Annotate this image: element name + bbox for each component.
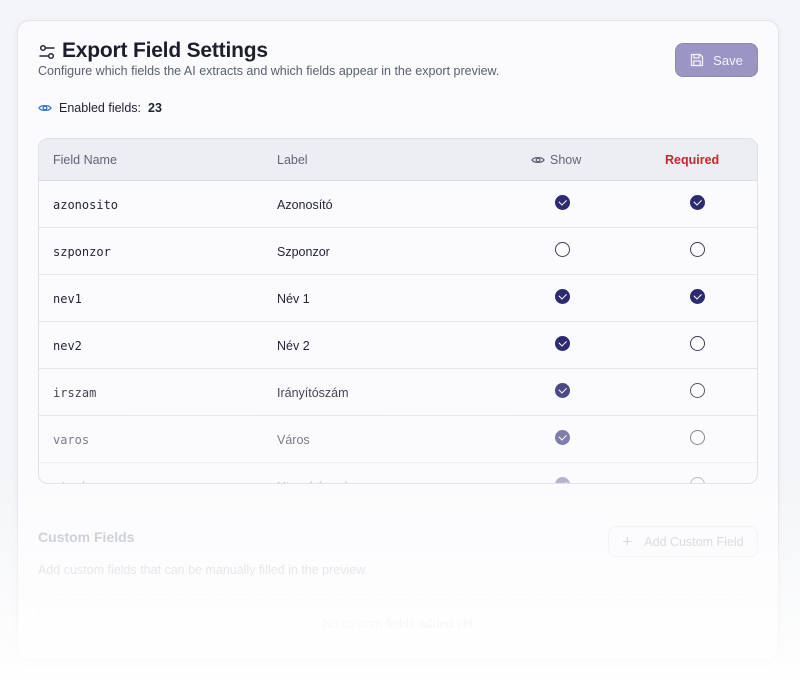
save-icon — [691, 53, 704, 67]
required-checkbox[interactable] — [690, 289, 705, 304]
eye-icon — [38, 104, 52, 112]
custom-fields-description: Add custom fields that can be manually f… — [38, 563, 369, 577]
table-row: irszam Irányítószám — [39, 369, 757, 416]
column-field-name: Field Name — [53, 153, 117, 167]
required-checkbox[interactable] — [690, 430, 705, 445]
enabled-fields-count: 23 — [148, 101, 162, 115]
column-show-label: Show — [550, 153, 582, 167]
save-button[interactable]: Save — [675, 43, 758, 77]
table-row: varos Város — [39, 416, 757, 463]
required-checkbox[interactable] — [690, 242, 705, 257]
sliders-icon — [39, 44, 55, 60]
show-checkbox[interactable] — [555, 477, 570, 483]
enabled-fields-label: Enabled fields: — [59, 101, 142, 115]
field-label-cell: Név 2 — [277, 339, 310, 353]
required-checkbox[interactable] — [690, 195, 705, 210]
field-label-cell: Azonosító — [277, 198, 333, 212]
fields-table[interactable]: Field Name Label Show Required azonosito… — [38, 138, 758, 484]
empty-state-text: No custom fields added yet — [322, 617, 474, 631]
table-row: nev1 Név 1 — [39, 275, 757, 322]
field-label-cell: Név 1 — [277, 292, 310, 306]
show-checkbox[interactable] — [555, 383, 570, 398]
table-row: szponzor Szponzor — [39, 228, 757, 275]
field-name-cell: szponzor — [53, 245, 111, 259]
custom-fields-empty-state: No custom fields added yet — [38, 594, 758, 654]
add-custom-field-button[interactable]: + Add Custom Field — [608, 526, 758, 557]
enabled-fields-summary: Enabled fields: 23 — [38, 101, 162, 115]
show-checkbox[interactable] — [555, 242, 570, 257]
field-name-cell: utcahaz — [53, 480, 104, 483]
table-row: nev2 Név 2 — [39, 322, 757, 369]
page-subtitle: Configure which fields the AI extracts a… — [38, 64, 500, 78]
field-name-cell: nev2 — [53, 339, 82, 353]
save-button-label: Save — [713, 52, 743, 68]
field-label-cell: Város — [277, 433, 310, 447]
table-row: azonosito Azonosító — [39, 181, 757, 228]
field-label-cell: Szponzor — [277, 245, 330, 259]
field-name-cell: varos — [53, 433, 90, 447]
table-body: azonosito Azonosító szponzor Szponzor nev1 Né… — [39, 181, 757, 483]
required-checkbox[interactable] — [690, 336, 705, 351]
custom-fields-title: Custom Fields — [38, 529, 135, 545]
required-checkbox[interactable] — [690, 477, 705, 483]
field-label-cell: Irányítószám — [277, 386, 349, 400]
add-custom-field-label: Add Custom Field — [644, 534, 744, 549]
show-checkbox[interactable] — [555, 195, 570, 210]
show-checkbox[interactable] — [555, 336, 570, 351]
field-name-cell: irszam — [53, 386, 97, 400]
field-label-cell: Utca, házszám — [277, 480, 360, 483]
page-title: Export Field Settings — [62, 39, 268, 62]
show-checkbox[interactable] — [555, 289, 570, 304]
field-name-cell: azonosito — [53, 198, 119, 212]
column-label: Label — [277, 153, 308, 167]
show-checkbox[interactable] — [555, 430, 570, 445]
required-checkbox[interactable] — [690, 383, 705, 398]
eye-icon — [531, 156, 545, 164]
plus-icon: + — [622, 532, 633, 551]
table-header: Field Name Label Show Required — [39, 139, 757, 181]
column-required: Required — [665, 153, 720, 167]
column-show: Show — [531, 153, 581, 167]
table-row: utcahaz Utca, házszám — [39, 463, 757, 483]
field-name-cell: nev1 — [53, 292, 82, 306]
